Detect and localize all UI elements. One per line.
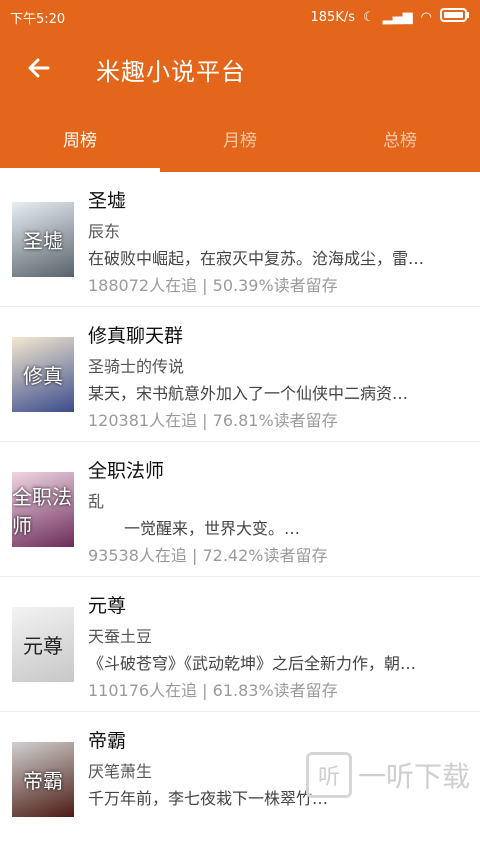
list-item[interactable]: 修真 修真聊天群 圣骑士的传说 某天，宋书航意外加入了一个仙侠中二病资… 120… (0, 307, 480, 442)
book-description: 《斗破苍穹》《武动乾坤》之后全新力作，朝… (88, 654, 417, 673)
book-title: 帝霸 (88, 730, 127, 752)
listen-logo-icon: 听 (305, 752, 352, 798)
moon-icon: ☾ (363, 9, 375, 25)
app-bar: 米趣小说平台 (0, 34, 480, 104)
book-stats: 120381人在追 | 76.81%读者留存 (88, 411, 338, 430)
book-title: 元尊 (88, 595, 127, 617)
book-author: 圣骑士的传说 (88, 357, 185, 376)
list-item[interactable]: 圣墟 圣墟 辰东 在破败中崛起，在寂灭中复苏。沧海成尘，雷… 188072人在追… (0, 172, 480, 307)
wifi-icon: ◠ (420, 9, 432, 25)
status-icons: 185K/s ☾ ▂▄▆ ◠ (311, 8, 471, 26)
book-cover: 修真 (12, 337, 74, 412)
book-title: 修真聊天群 (88, 325, 184, 347)
book-stats: 188072人在追 | 50.39%读者留存 (88, 276, 338, 295)
page-title: 米趣小说平台 (96, 58, 246, 86)
tab-weekly[interactable]: 周榜 (0, 104, 160, 172)
book-stats: 110176人在追 | 61.83%读者留存 (88, 681, 338, 700)
status-bar: 下午5:20 185K/s ☾ ▂▄▆ ◠ (0, 0, 480, 34)
signal-icon: ▂▄▆ (382, 9, 413, 25)
book-stats: 93538人在追 | 72.42%读者留存 (88, 546, 328, 565)
arrow-left-icon[interactable] (24, 53, 54, 83)
book-author: 辰东 (88, 222, 121, 241)
watermark-text: 一听下载 (357, 760, 470, 793)
net-speed: 185K/s (310, 9, 356, 25)
book-description: 在破败中崛起，在寂灭中复苏。沧海成尘，雷… (88, 249, 425, 268)
book-author: 天蚕土豆 (88, 627, 153, 646)
book-cover: 帝霸 (12, 742, 74, 817)
book-list: 圣墟 圣墟 辰东 在破败中崛起，在寂灭中复苏。沧海成尘，雷… 188072人在追… (0, 172, 480, 847)
book-description: 某天，宋书航意外加入了一个仙侠中二病资… (88, 384, 409, 403)
book-title: 圣墟 (88, 190, 127, 212)
book-author: 乱 (88, 492, 105, 511)
battery-icon (440, 8, 470, 26)
book-description: 一觉醒来，世界大变。… (124, 519, 301, 538)
book-author: 厌笔萧生 (88, 762, 153, 781)
list-item[interactable]: 元尊 元尊 天蚕土豆 《斗破苍穹》《武动乾坤》之后全新力作，朝… 110176人… (0, 577, 480, 712)
book-cover: 全职法师 (12, 472, 74, 547)
tab-monthly[interactable]: 月榜 (160, 104, 320, 172)
status-time: 下午5:20 (10, 11, 66, 27)
book-cover: 圣墟 (12, 202, 74, 277)
ranking-tabs: 周榜 月榜 总榜 (0, 104, 480, 172)
book-cover: 元尊 (12, 607, 74, 682)
list-item[interactable]: 全职法师 全职法师 乱 一觉醒来，世界大变。… 93538人在追 | 72.42… (0, 442, 480, 577)
book-title: 全职法师 (88, 460, 165, 482)
watermark: 听 一听下载 (305, 752, 470, 798)
tab-total[interactable]: 总榜 (320, 104, 480, 172)
